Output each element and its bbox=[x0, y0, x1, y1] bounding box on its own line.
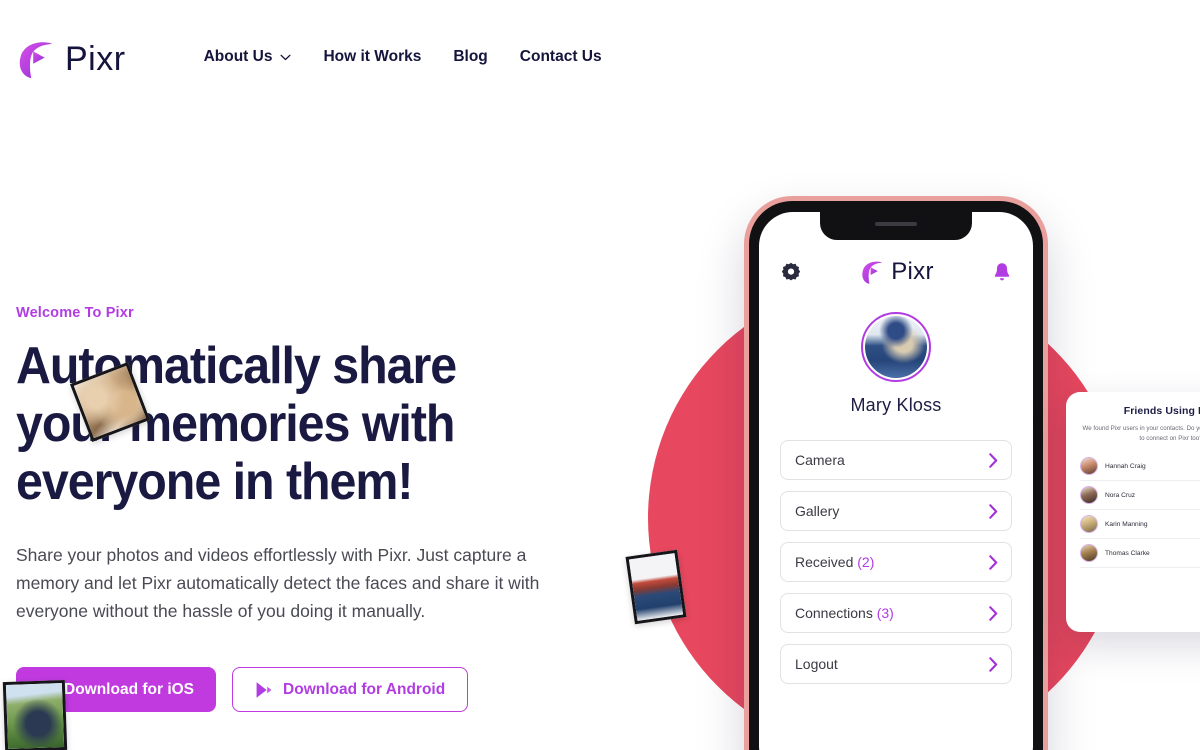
decor-photo-frame-bottom-left bbox=[2, 679, 68, 750]
nav-label-how-it-works: How it Works bbox=[323, 48, 422, 65]
hero-eyebrow: Welcome To Pixr bbox=[16, 305, 134, 321]
bell-icon[interactable] bbox=[993, 262, 1011, 282]
phone-mockup: Pixr Mary Kloss Camera Gallery Received … bbox=[744, 196, 1048, 750]
chevron-right-icon bbox=[989, 503, 998, 519]
brand-name: Pixr bbox=[65, 39, 126, 78]
friends-card-title: Friends Using Pixr bbox=[1123, 405, 1200, 417]
avatar bbox=[1080, 544, 1098, 562]
decor-photo-frame-phone-left bbox=[625, 549, 687, 625]
hero-description: Share your photos and videos effortlessl… bbox=[16, 545, 540, 621]
friend-name: Karin Manning bbox=[1105, 520, 1148, 528]
list-item[interactable]: Karin Manning Invite bbox=[1080, 510, 1200, 539]
menu-item-connections[interactable]: Connections (3) bbox=[780, 593, 1012, 633]
main-nav: About Us How it Works Blog Contact Us bbox=[204, 38, 618, 66]
hero-section: Welcome To Pixr Automatically share your… bbox=[16, 305, 616, 712]
nav-label-blog: Blog bbox=[453, 48, 488, 65]
avatar bbox=[1080, 457, 1098, 475]
friend-name: Nora Cruz bbox=[1105, 491, 1136, 499]
phone-frame: Pixr Mary Kloss Camera Gallery Received … bbox=[749, 201, 1043, 750]
menu-item-received[interactable]: Received (2) bbox=[780, 542, 1012, 582]
google-play-icon bbox=[255, 681, 272, 699]
menu-item-received-label: Received (2) bbox=[795, 554, 874, 570]
menu-item-connections-text: Connections bbox=[795, 605, 873, 621]
chevron-down-icon bbox=[280, 54, 291, 61]
brand-logo[interactable]: Pixr bbox=[16, 38, 126, 80]
chevron-right-icon bbox=[989, 605, 998, 621]
chevron-right-icon bbox=[989, 452, 998, 468]
friends-using-pixr-card: Friends Using Pixr We found Pixr users i… bbox=[1066, 392, 1200, 632]
nav-item-about-us[interactable]: About Us bbox=[204, 48, 308, 66]
list-item[interactable]: Hannah Craig Pending bbox=[1080, 452, 1200, 481]
download-ios-label: Download for iOS bbox=[64, 680, 195, 698]
download-android-button[interactable]: Download for Android bbox=[232, 667, 469, 712]
chevron-right-icon bbox=[989, 554, 998, 570]
nav-item-blog[interactable]: Blog bbox=[437, 48, 503, 66]
pixr-play-logo-icon bbox=[860, 259, 886, 285]
avatar-image bbox=[865, 316, 927, 378]
gear-icon[interactable] bbox=[781, 262, 801, 282]
download-android-label: Download for Android bbox=[283, 680, 446, 698]
menu-item-received-count: (2) bbox=[857, 554, 875, 570]
friend-name: Thomas Clarke bbox=[1105, 549, 1150, 557]
avatar bbox=[1080, 486, 1098, 504]
phone-notch bbox=[820, 212, 972, 240]
nav-item-contact-us[interactable]: Contact Us bbox=[504, 48, 618, 66]
menu-item-camera-label: Camera bbox=[795, 452, 845, 468]
menu-item-connections-count: (3) bbox=[876, 605, 894, 621]
hero-cta-group: Download for iOS Download for Android bbox=[16, 667, 616, 712]
nav-label-about-us: About Us bbox=[203, 48, 273, 65]
avatar bbox=[1080, 515, 1098, 533]
friends-list: Hannah Craig Pending Nora Cruz Pending K… bbox=[1080, 452, 1200, 568]
nav-item-how-it-works[interactable]: How it Works bbox=[307, 48, 437, 66]
chevron-right-icon bbox=[989, 656, 998, 672]
nav-label-contact-us: Contact Us bbox=[519, 48, 602, 65]
menu-item-received-text: Received bbox=[795, 554, 854, 570]
site-header: Pixr About Us How it Works Blog Contact … bbox=[0, 0, 1200, 120]
decor-photo-image bbox=[628, 553, 684, 621]
app-brand-name: Pixr bbox=[891, 258, 934, 285]
app-top-bar: Pixr bbox=[759, 254, 1033, 290]
menu-item-connections-label: Connections (3) bbox=[795, 605, 894, 621]
phone-screen: Pixr Mary Kloss Camera Gallery Received … bbox=[759, 212, 1033, 750]
friend-name: Hannah Craig bbox=[1105, 462, 1146, 470]
menu-item-camera[interactable]: Camera bbox=[780, 440, 1012, 480]
avatar[interactable] bbox=[861, 312, 931, 382]
menu-item-gallery[interactable]: Gallery bbox=[780, 491, 1012, 531]
landing-page: Pixr About Us How it Works Blog Contact … bbox=[0, 0, 1200, 750]
pixr-play-logo-icon bbox=[16, 38, 58, 80]
app-brand-logo: Pixr bbox=[860, 258, 934, 286]
app-menu-list: Camera Gallery Received (2) Connections … bbox=[759, 440, 1033, 684]
profile-name: Mary Kloss bbox=[850, 395, 942, 415]
menu-item-logout[interactable]: Logout bbox=[780, 644, 1012, 684]
profile-block: Mary Kloss bbox=[759, 312, 1033, 416]
list-item[interactable]: Nora Cruz Pending bbox=[1080, 481, 1200, 510]
decor-photo-image bbox=[5, 683, 65, 749]
menu-item-gallery-label: Gallery bbox=[795, 503, 840, 519]
menu-item-logout-label: Logout bbox=[795, 656, 838, 672]
friends-card-subtitle: We found Pixr users in your contacts. Do… bbox=[1082, 425, 1200, 442]
list-item[interactable]: Thomas Clarke Invite bbox=[1080, 539, 1200, 568]
phone-speaker bbox=[875, 222, 917, 226]
